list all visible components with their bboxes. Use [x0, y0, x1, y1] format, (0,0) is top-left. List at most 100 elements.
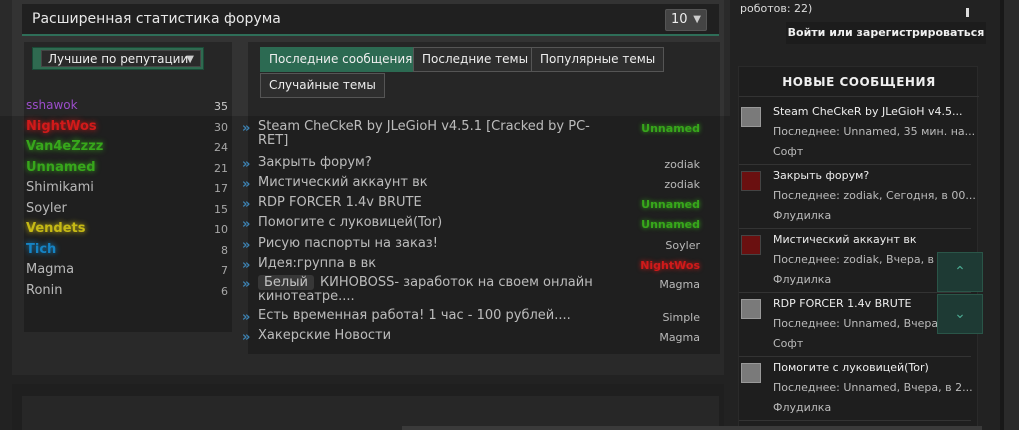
topic-author-link[interactable]: zodiak: [664, 158, 700, 171]
topic-row: » Есть временная работа! 1 час - 100 рубл…: [242, 309, 704, 329]
topic-row: » Хакерские Новости Magma: [242, 329, 704, 349]
message-title-link[interactable]: Помогите с луковицей(Tor): [773, 361, 973, 374]
reputation-value: 7: [221, 264, 228, 277]
topic-author-link[interactable]: Unnamed: [641, 218, 700, 231]
topic-title: Хакерские Новости: [258, 328, 392, 343]
message-time[interactable]: Сегодня, в 00...: [886, 189, 975, 202]
new-message-item[interactable]: Помогите с луковицей(Tor) Последнее: Unna…: [739, 359, 979, 421]
reputation-row: Magma 7: [26, 260, 228, 281]
message-last-post: Последнее: zodiak, Сегодня, в 00...: [773, 189, 975, 202]
reputation-user-link[interactable]: Magma: [26, 262, 74, 277]
stats-footer: [12, 384, 724, 430]
topic-link[interactable]: Хакерские Новости: [258, 329, 598, 343]
reputation-user-link[interactable]: NightWos: [26, 119, 97, 134]
horizontal-scrollbar[interactable]: [402, 426, 982, 430]
topic-author-link[interactable]: Soyler: [665, 239, 700, 252]
tab-latest-posts[interactable]: Последние сообщения: [260, 47, 422, 72]
stats-title: Расширенная статистика форума: [32, 11, 281, 27]
avatar[interactable]: [741, 171, 761, 191]
topic-row: » Помогите с луковицей(Tor) Unnamed: [242, 216, 704, 237]
topic-link[interactable]: Белый КИНОBOSS- заработок на своем онлайн…: [258, 275, 598, 304]
message-category[interactable]: Флудилка: [773, 401, 831, 414]
scroll-down-button[interactable]: ⌄: [937, 294, 983, 334]
avatar[interactable]: [741, 363, 761, 383]
reputation-user-link[interactable]: Vendets: [26, 221, 86, 236]
scrollbar-thumb[interactable]: [966, 8, 969, 17]
reputation-row: NightWos 30: [26, 117, 228, 138]
chevron-up-icon: ⌃: [954, 264, 966, 280]
login-register-button[interactable]: Войти или зарегистрироваться: [786, 22, 986, 44]
topic-author-link[interactable]: Unnamed: [641, 122, 700, 135]
chevron-down-icon: ▼: [186, 54, 194, 65]
message-title-link[interactable]: Закрыть форум?: [773, 169, 973, 182]
reputation-user-link[interactable]: Shimikami: [26, 180, 94, 195]
new-message-item[interactable]: Steam CheCkeR by JLeGioH v4.5... Последне…: [739, 103, 979, 165]
reputation-row: Tich 8: [26, 240, 228, 261]
topic-author-link[interactable]: Magma: [659, 278, 700, 291]
message-category[interactable]: Флудилка: [773, 273, 831, 286]
reputation-select[interactable]: Лучшие по репутации ▼: [32, 47, 204, 70]
topic-title: Идея:группа в вк: [258, 256, 377, 271]
tab-popular-topics[interactable]: Популярные темы: [531, 47, 665, 72]
reputation-row: sshawok 35: [26, 96, 228, 117]
reputation-list: sshawok 35 NightWos 30 Van4eZzzz 24 Unnamed 21 S…: [26, 96, 228, 301]
reputation-user-link[interactable]: Soyler: [26, 201, 67, 216]
scroll-up-button[interactable]: ⌃: [937, 252, 983, 292]
topic-link[interactable]: RDP FORCER 1.4v BRUTE: [258, 196, 598, 210]
topic-link[interactable]: Рисую паспорты на заказ!: [258, 237, 598, 251]
tab-random-topics[interactable]: Случайные темы: [260, 73, 385, 98]
avatar[interactable]: [741, 299, 761, 319]
topic-title: Рисую паспорты на заказ!: [258, 236, 438, 251]
page-edge: [1000, 0, 1019, 430]
reputation-value: 24: [214, 141, 228, 154]
reputation-user-link[interactable]: Van4eZzzz: [26, 139, 103, 154]
message-category[interactable]: Флудилка: [773, 209, 831, 222]
topic-title: Закрыть форум?: [258, 155, 372, 170]
topic-tag: Белый: [258, 275, 314, 290]
topic-link[interactable]: Steam CheCkeR by JLeGioH v4.5.1 [Cracked…: [258, 120, 598, 148]
double-chevron-icon: »: [242, 197, 251, 212]
reputation-user-link[interactable]: sshawok: [26, 98, 78, 112]
topic-author-link[interactable]: Magma: [659, 331, 700, 344]
message-category[interactable]: Софт: [773, 337, 803, 350]
topic-author-link[interactable]: NightWos: [640, 259, 700, 272]
reputation-value: 15: [214, 202, 228, 216]
reputation-user-link[interactable]: Unnamed: [26, 160, 96, 175]
topic-list: » Steam CheCkeR by JLeGioH v4.5.1 [Cracke…: [242, 120, 704, 349]
topic-link[interactable]: Помогите с луковицей(Tor): [258, 216, 598, 230]
topic-title: Помогите с луковицей(Tor): [258, 215, 443, 230]
topic-author-link[interactable]: zodiak: [664, 178, 700, 191]
reputation-value: 30: [214, 120, 228, 134]
double-chevron-icon: »: [242, 121, 251, 136]
topic-author-link[interactable]: Simple: [662, 311, 700, 324]
double-chevron-icon: »: [242, 310, 251, 325]
message-time[interactable]: 35 мин. на...: [903, 125, 975, 138]
topic-row: » Белый КИНОBOSS- заработок на своем онлай…: [242, 275, 704, 309]
count-value: 10: [671, 12, 688, 27]
message-category[interactable]: Софт: [773, 145, 803, 158]
topic-link[interactable]: Закрыть форум?: [258, 156, 598, 170]
count-select[interactable]: 10 ▼: [665, 9, 707, 31]
reputation-user-link[interactable]: Tich: [26, 242, 56, 257]
reputation-user-link[interactable]: Ronin: [26, 283, 63, 298]
topic-row: » RDP FORCER 1.4v BRUTE Unnamed: [242, 196, 704, 216]
topic-link[interactable]: Идея:группа в вк: [258, 257, 598, 271]
topic-link[interactable]: Мистический аккаунт вк: [258, 176, 598, 190]
double-chevron-icon: »: [242, 330, 251, 345]
message-time[interactable]: Вчера, в 2...: [903, 381, 973, 394]
new-message-item[interactable]: Закрыть форум? Последнее: zodiak, Сегодня…: [739, 167, 979, 229]
avatar[interactable]: [741, 235, 761, 255]
new-messages-panel: НОВЫЕ СООБЩЕНИЯ Steam CheCkeR by JLeGioH…: [738, 66, 979, 430]
topic-row: » Рисую паспорты на заказ! Soyler: [242, 237, 704, 257]
message-title-link[interactable]: Мистический аккаунт вк: [773, 233, 973, 246]
new-messages-title: НОВЫЕ СООБЩЕНИЯ: [739, 67, 979, 97]
avatar[interactable]: [741, 107, 761, 127]
double-chevron-icon: »: [242, 238, 251, 253]
topic-link[interactable]: Есть временная работа! 1 час - 100 рубле…: [258, 309, 598, 323]
tab-latest-topics[interactable]: Последние темы: [413, 47, 538, 72]
sidebar: роботов: 22) Войти или зарегистрироватьс…: [730, 0, 1000, 430]
topic-row: » Идея:группа в вк NightWos: [242, 257, 704, 276]
message-title-link[interactable]: Steam CheCkeR by JLeGioH v4.5...: [773, 105, 973, 118]
double-chevron-icon: »: [242, 177, 251, 192]
topic-author-link[interactable]: Unnamed: [641, 198, 700, 211]
